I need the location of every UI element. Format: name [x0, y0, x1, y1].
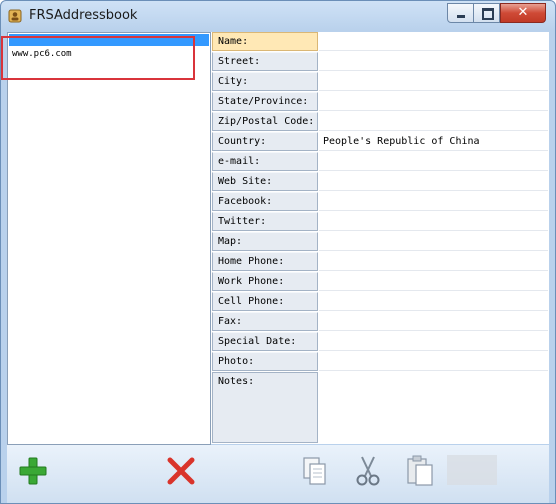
maximize-icon: [482, 8, 494, 20]
window-title: FRSAddressbook: [29, 8, 138, 23]
field-input-home-phone[interactable]: [319, 252, 548, 271]
minimize-icon: [457, 15, 465, 18]
blurred-region: [447, 455, 497, 485]
field-input-name[interactable]: [319, 32, 548, 51]
field-row-home-phone: Home Phone:: [212, 252, 549, 272]
field-input-twitter[interactable]: [319, 212, 548, 231]
field-input-map[interactable]: [319, 232, 548, 251]
app-window: FRSAddressbook ✕ www.pc6.com Name: Stree…: [0, 0, 556, 504]
field-label-photo: Photo:: [212, 352, 318, 371]
field-input-zip[interactable]: [319, 112, 548, 131]
field-label-notes: Notes:: [212, 372, 318, 443]
close-button[interactable]: ✕: [500, 3, 546, 23]
field-label-website: Web Site:: [212, 172, 318, 191]
field-row-zip: Zip/Postal Code:: [212, 112, 549, 132]
field-row-map: Map:: [212, 232, 549, 252]
field-input-special-date[interactable]: [319, 332, 548, 351]
field-label-home-phone: Home Phone:: [212, 252, 318, 271]
field-label-street: Street:: [212, 52, 318, 71]
annotation-highlight-box: [1, 36, 195, 80]
copy-icon[interactable]: [297, 453, 333, 489]
field-input-photo[interactable]: [319, 352, 548, 371]
field-input-cell-phone[interactable]: [319, 292, 548, 311]
field-label-special-date: Special Date:: [212, 332, 318, 351]
contact-fields: Name: Street: City: State/Province: Zip/…: [212, 32, 549, 444]
field-label-state: State/Province:: [212, 92, 318, 111]
field-label-zip: Zip/Postal Code:: [212, 112, 318, 131]
field-input-website[interactable]: [319, 172, 548, 191]
field-row-country: Country: People's Republic of China: [212, 132, 549, 152]
field-input-fax[interactable]: [319, 312, 548, 331]
field-label-cell-phone: Cell Phone:: [212, 292, 318, 311]
cut-icon[interactable]: [350, 453, 386, 489]
main-area: www.pc6.com Name: Street: City: State/Pr…: [1, 32, 549, 445]
notes-textarea[interactable]: [319, 372, 548, 443]
field-label-country: Country:: [212, 132, 318, 151]
field-input-work-phone[interactable]: [319, 272, 548, 291]
field-input-state[interactable]: [319, 92, 548, 111]
field-input-facebook[interactable]: [319, 192, 548, 211]
field-row-facebook: Facebook:: [212, 192, 549, 212]
field-row-state: State/Province:: [212, 92, 549, 112]
addressbook-app-icon: [8, 9, 22, 23]
field-label-map: Map:: [212, 232, 318, 251]
field-label-facebook: Facebook:: [212, 192, 318, 211]
field-row-website: Web Site:: [212, 172, 549, 192]
field-row-special-date: Special Date:: [212, 332, 549, 352]
paste-icon[interactable]: [402, 453, 438, 489]
close-icon: ✕: [517, 5, 529, 20]
field-input-street[interactable]: [319, 52, 548, 71]
field-label-city: City:: [212, 72, 318, 91]
add-icon[interactable]: [15, 453, 51, 489]
contacts-list[interactable]: www.pc6.com: [7, 32, 211, 445]
field-row-photo: Photo:: [212, 352, 549, 372]
field-label-fax: Fax:: [212, 312, 318, 331]
minimize-button[interactable]: [447, 3, 474, 23]
field-label-work-phone: Work Phone:: [212, 272, 318, 291]
field-input-email[interactable]: [319, 152, 548, 171]
delete-icon[interactable]: [163, 453, 199, 489]
field-row-twitter: Twitter:: [212, 212, 549, 232]
field-label-twitter: Twitter:: [212, 212, 318, 231]
field-row-name: Name:: [212, 32, 549, 52]
field-row-email: e-mail:: [212, 152, 549, 172]
field-label-name: Name:: [212, 32, 318, 51]
field-row-fax: Fax:: [212, 312, 549, 332]
field-row-cell-phone: Cell Phone:: [212, 292, 549, 312]
field-input-country[interactable]: People's Republic of China: [319, 132, 548, 151]
field-row-city: City:: [212, 72, 549, 92]
title-bar[interactable]: FRSAddressbook ✕: [1, 1, 555, 31]
field-row-work-phone: Work Phone:: [212, 272, 549, 292]
field-label-email: e-mail:: [212, 152, 318, 171]
field-input-city[interactable]: [319, 72, 548, 91]
field-row-street: Street:: [212, 52, 549, 72]
maximize-button[interactable]: [474, 3, 500, 23]
